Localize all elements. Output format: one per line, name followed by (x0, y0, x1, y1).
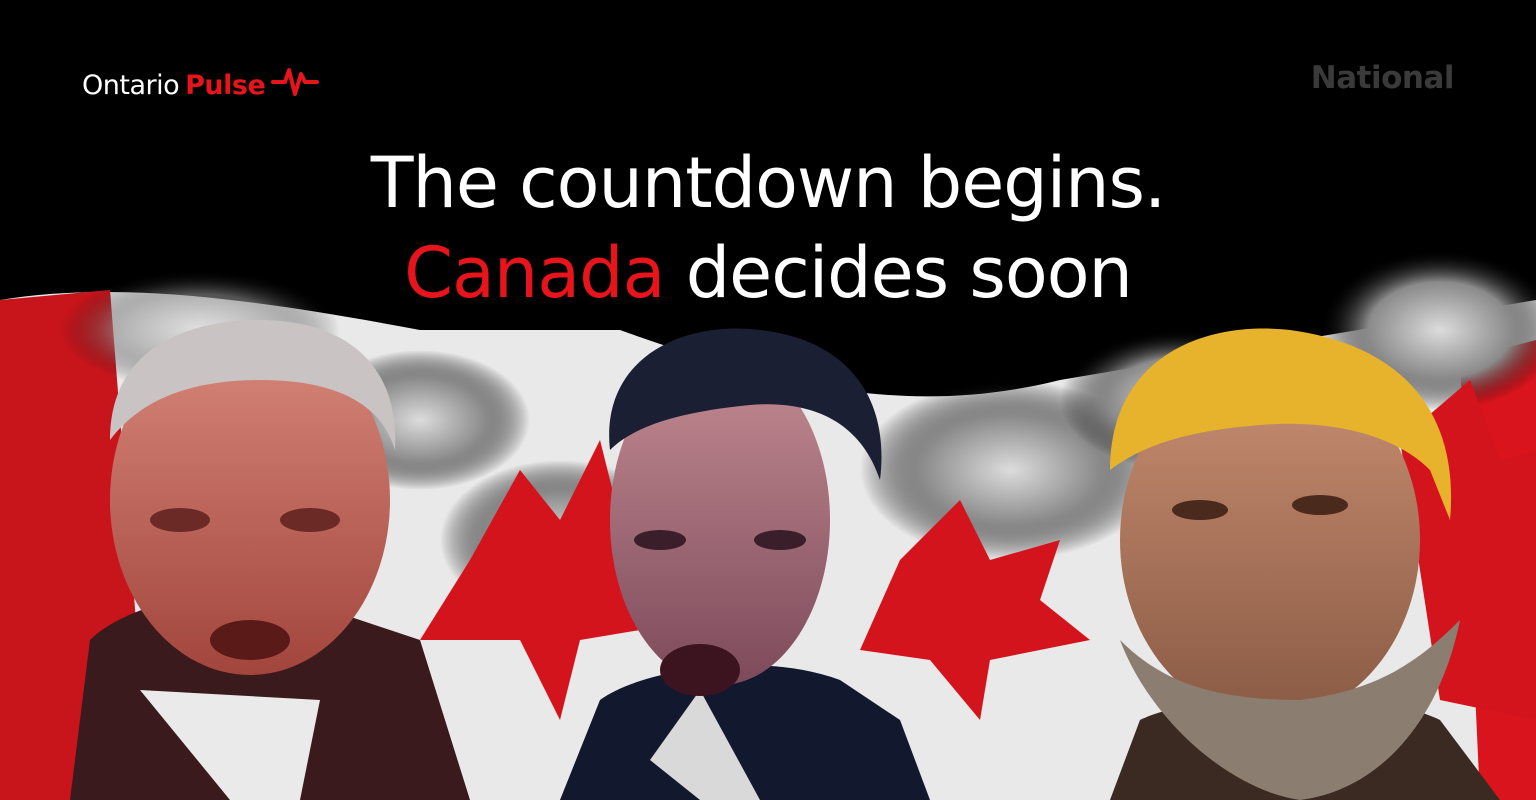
pulse-heartbeat-icon (271, 64, 320, 107)
headline-line-1: The countdown begins. (370, 142, 1167, 224)
section-label: National (1310, 60, 1455, 96)
headline: The countdown begins. Canada decides soo… (0, 138, 1536, 318)
brand-accent: Pulse (185, 70, 266, 101)
brand-name: Ontario (82, 70, 180, 101)
headline-line-2-rest: decides soon (664, 232, 1133, 314)
headline-accent-word: Canada (404, 232, 665, 314)
headline-line-2: Canada decides soon (0, 228, 1536, 318)
news-banner: Ontario Pulse National The countdown beg… (0, 0, 1536, 800)
brand-logo: Ontario Pulse (82, 64, 320, 107)
background-artwork (0, 250, 1536, 800)
